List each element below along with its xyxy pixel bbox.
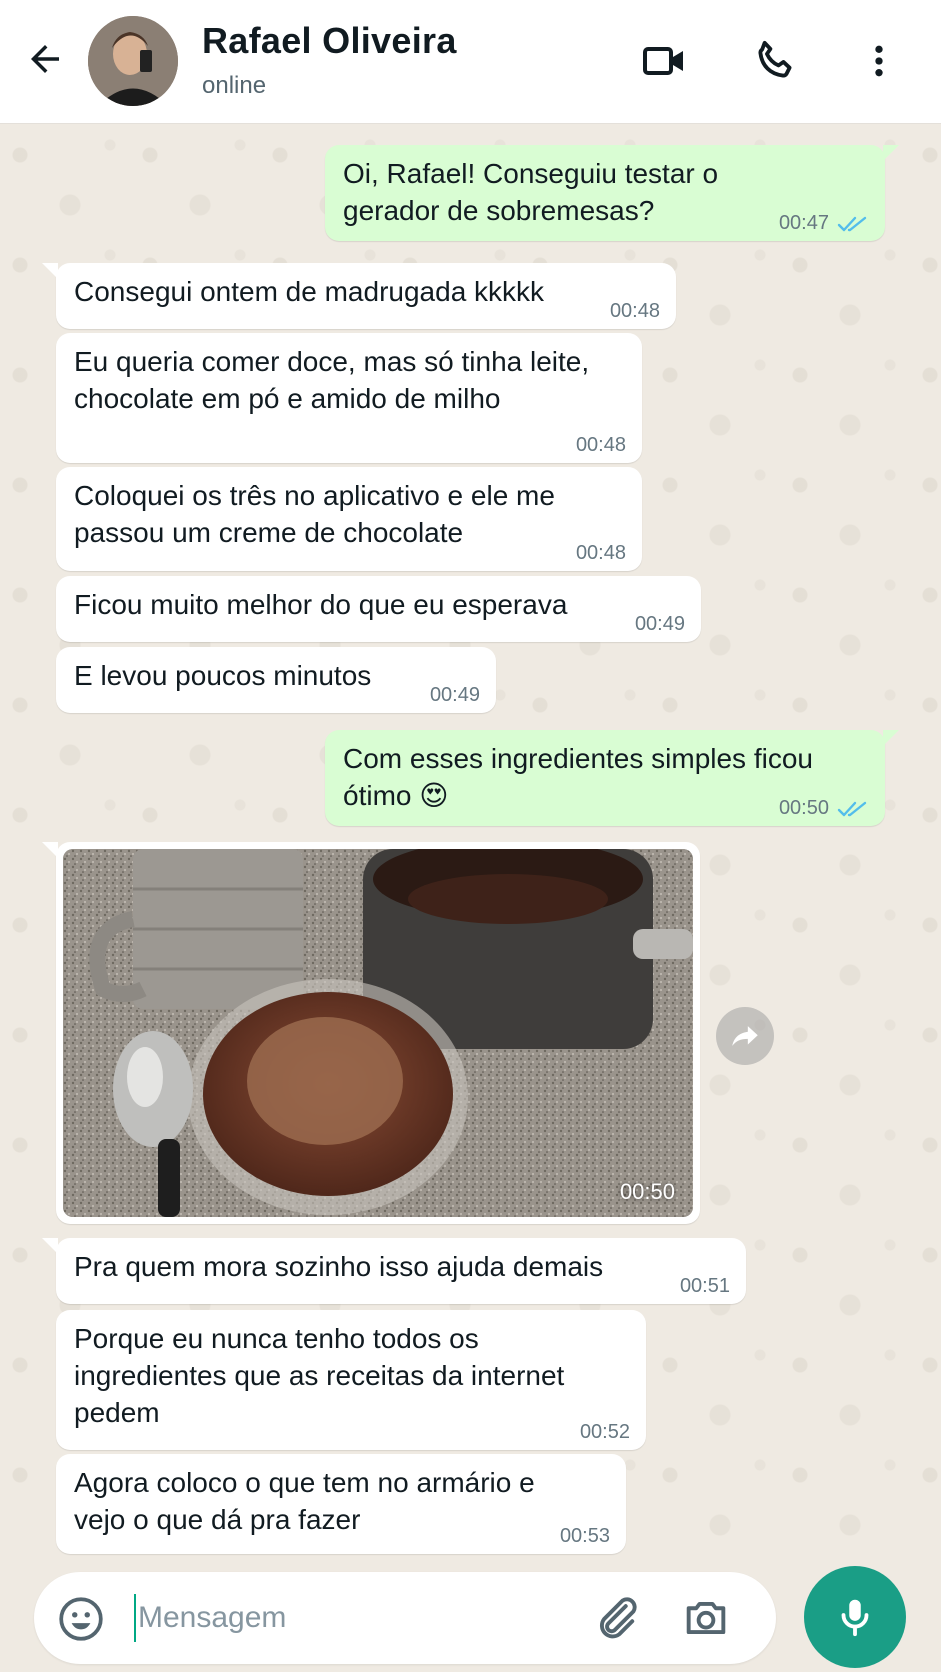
message-time: 00:49 — [429, 684, 480, 706]
message-text: E levou poucos minutos — [74, 660, 372, 691]
message-bubble[interactable]: Consegui ontem de madrugada kkkkk 00:48 — [42, 263, 676, 329]
message-composer — [34, 1572, 776, 1664]
message-text: Agora coloco o que tem no armário e vejo… — [74, 1467, 535, 1535]
attach-icon[interactable] — [590, 1592, 642, 1644]
message-text: Ficou muito melhor do que eu esperava — [74, 589, 568, 620]
message-bubble[interactable]: Porque eu nunca tenho todos os ingredien… — [56, 1310, 646, 1450]
camera-icon[interactable] — [680, 1592, 732, 1644]
back-arrow-icon[interactable] — [22, 36, 68, 82]
mic-button[interactable] — [804, 1566, 906, 1668]
message-text: Oi, Rafael! Conseguiu testar o gerador d… — [343, 158, 719, 226]
message-time: 00:47 — [778, 212, 829, 234]
avatar[interactable] — [88, 16, 178, 106]
forward-icon[interactable] — [716, 1007, 774, 1065]
mic-icon — [841, 1599, 869, 1637]
message-text: Pra quem mora sozinho isso ajuda demais — [74, 1251, 604, 1282]
message-text: Eu queria comer doce, mas só tinha leite… — [74, 346, 590, 414]
message-time: 00:48 — [575, 542, 626, 564]
message-bubble[interactable]: Eu queria comer doce, mas só tinha leite… — [56, 333, 642, 463]
emoji-icon[interactable] — [56, 1594, 106, 1644]
message-time: 00:48 — [575, 434, 626, 456]
message-bubble[interactable]: Agora coloco o que tem no armário e vejo… — [56, 1454, 626, 1554]
message-bubble[interactable]: Com esses ingredientes simples ficou óti… — [325, 730, 899, 826]
more-vert-icon[interactable] — [852, 34, 906, 88]
message-time: 00:51 — [679, 1275, 730, 1297]
image-time: 00:50 — [619, 1179, 675, 1204]
message-text: Com esses ingredientes simples ficou óti… — [343, 743, 813, 811]
read-ticks-icon — [837, 216, 867, 232]
message-text: Porque eu nunca tenho todos os ingredien… — [74, 1323, 565, 1428]
chat-header: Rafael Oliveira online — [0, 0, 941, 124]
chocolate-cream-photo[interactable]: 00:50 — [63, 849, 693, 1217]
phone-icon[interactable] — [748, 34, 802, 88]
message-bubble[interactable]: E levou poucos minutos 00:49 — [56, 647, 496, 713]
message-bubble[interactable]: Coloquei os três no aplicativo e ele me … — [56, 467, 642, 571]
image-message[interactable]: 00:50 — [42, 842, 700, 1224]
message-time: 00:48 — [609, 300, 660, 322]
message-time: 00:53 — [559, 1525, 610, 1547]
contact-status: online — [202, 72, 267, 99]
message-bubble[interactable]: Pra quem mora sozinho isso ajuda demais … — [42, 1238, 746, 1304]
message-input[interactable] — [134, 1594, 574, 1642]
message-time: 00:49 — [634, 613, 685, 635]
message-time: 00:52 — [579, 1421, 630, 1443]
message-time: 00:50 — [778, 797, 829, 819]
video-call-icon[interactable] — [638, 34, 692, 88]
message-text: Consegui ontem de madrugada kkkkk — [74, 276, 545, 307]
message-bubble[interactable]: Oi, Rafael! Conseguiu testar o gerador d… — [325, 145, 899, 241]
read-ticks-icon — [837, 801, 867, 817]
message-bubble[interactable]: Ficou muito melhor do que eu esperava 00… — [56, 576, 701, 642]
contact-name[interactable]: Rafael Oliveira — [202, 20, 457, 62]
message-text: Coloquei os três no aplicativo e ele me … — [74, 480, 555, 548]
